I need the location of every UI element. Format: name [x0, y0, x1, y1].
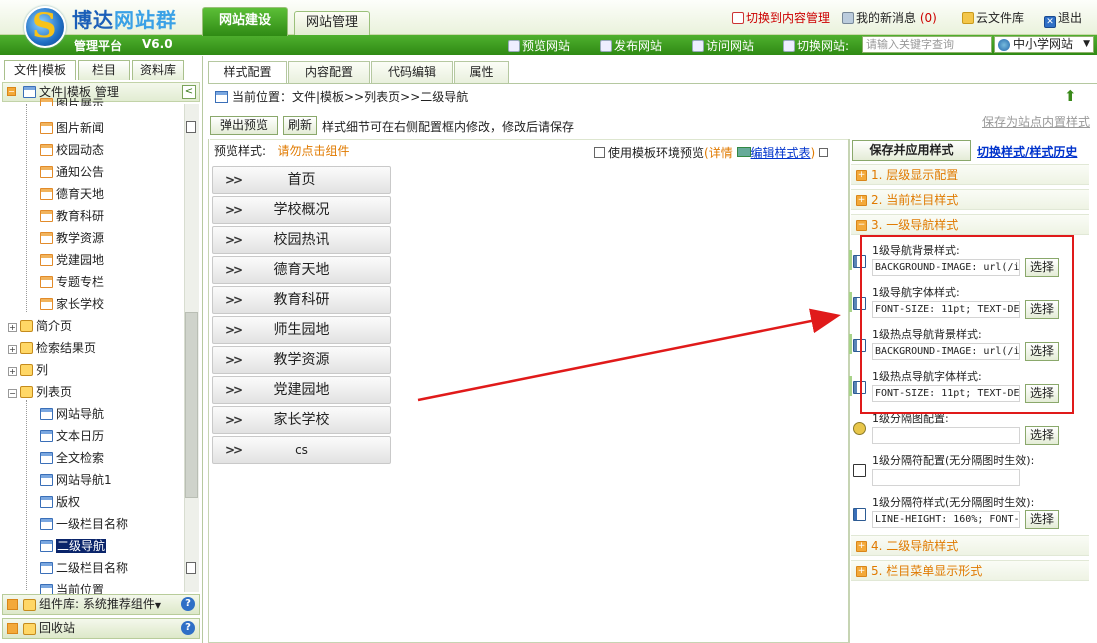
annotation-arrow [417, 308, 841, 402]
